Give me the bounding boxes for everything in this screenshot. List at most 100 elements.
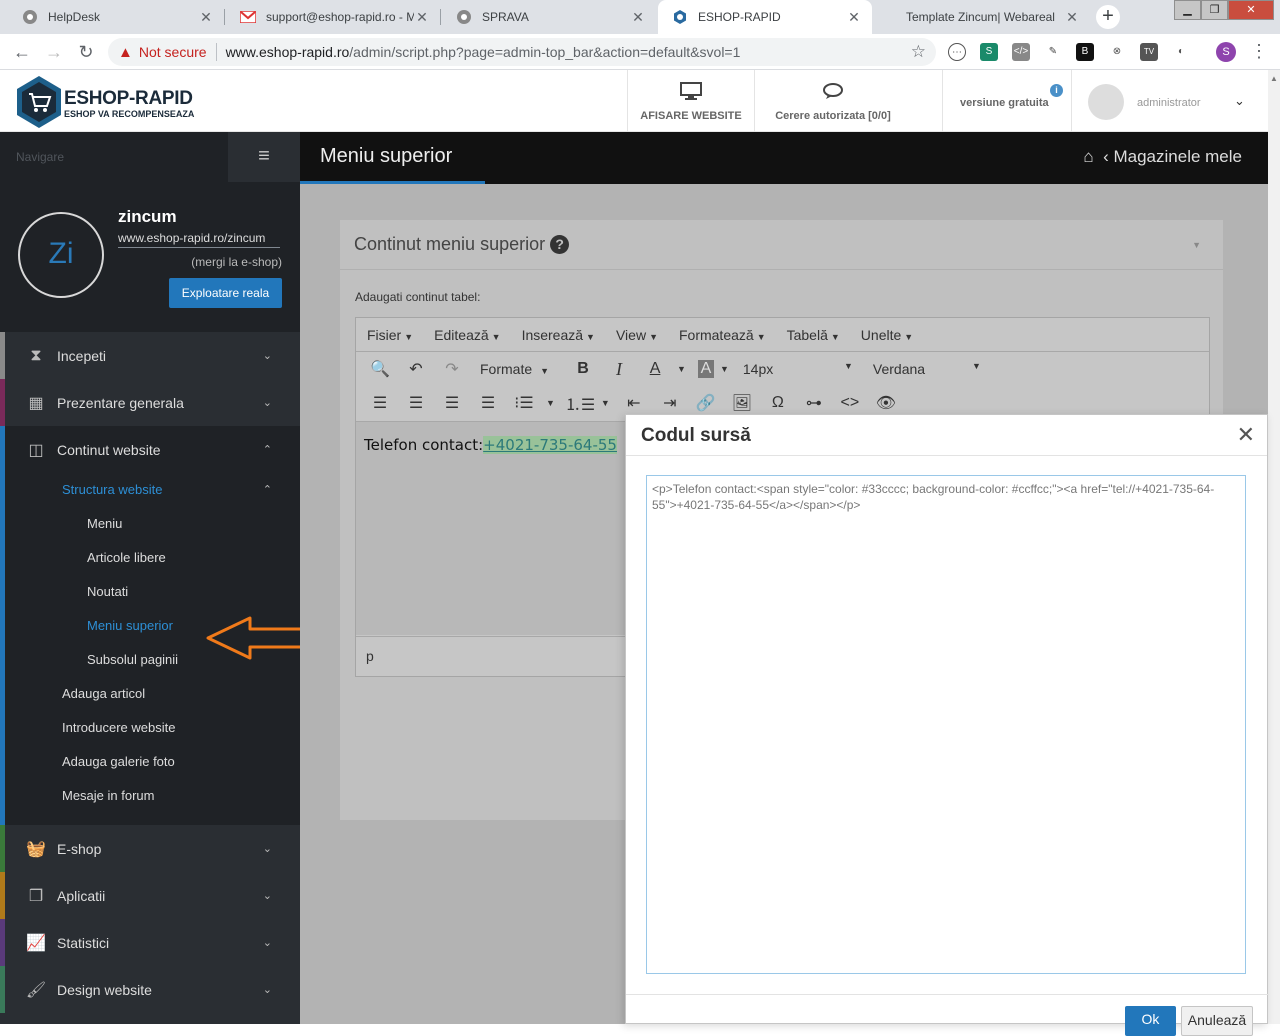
editor-menu-insereaza[interactable]: Inserează ▼ (522, 327, 595, 343)
find-replace-icon[interactable]: 🔍 (366, 359, 394, 379)
browser-tab-eshop-rapid[interactable]: ESHOP-RAPID ✕ (658, 0, 872, 34)
extension-icon[interactable]: S (980, 43, 998, 61)
format-select[interactable]: Formate ▼ (480, 361, 549, 377)
help-icon[interactable]: ? (550, 235, 570, 254)
image-icon[interactable]: 🖼 (728, 393, 756, 413)
bullet-list-icon[interactable]: ⁝☰ (510, 393, 538, 413)
font-size-select[interactable]: 14px ▼ (743, 361, 853, 377)
align-left-icon[interactable]: ☰ (366, 393, 394, 413)
page-scrollbar[interactable]: ▲ (1268, 70, 1280, 1024)
align-center-icon[interactable]: ☰ (402, 393, 430, 413)
phone-link[interactable]: +4021-735-64-55 (483, 436, 617, 454)
close-icon[interactable]: ✕ (1237, 422, 1255, 448)
close-icon[interactable]: ✕ (414, 9, 430, 26)
editor-toolbar-row-1: 🔍 ↶ ↷ Formate ▼ B I A ▼ A ▼ 14px ▼ Verdana ▼ (356, 352, 1209, 386)
browser-tab-sprava[interactable]: SPRAVA ✕ (442, 0, 656, 34)
not-secure-label[interactable]: Not secure (139, 44, 207, 60)
sidebar-item-incepeti[interactable]: ⧗ Incepeti ⌄ (0, 332, 300, 379)
page-break-icon[interactable]: ⊶ (800, 393, 828, 413)
close-icon[interactable]: ✕ (846, 9, 862, 26)
extension-icon[interactable]: ✎ (1044, 43, 1062, 61)
browser-tab-gmail[interactable]: support@eshop-rapid.ro - M ✕ (226, 0, 440, 34)
back-arrow-icon[interactable]: ← (10, 41, 34, 63)
redo-icon[interactable]: ↷ (438, 359, 466, 379)
italic-icon[interactable]: I (605, 359, 633, 380)
sidebar-item-statistici[interactable]: 📈 Statistici ⌄ (0, 919, 300, 966)
menu-kebab-icon[interactable]: ⋮ (1250, 41, 1268, 62)
new-tab-button[interactable]: + (1096, 5, 1120, 29)
extension-icon[interactable]: TV (1140, 43, 1158, 61)
forward-arrow-icon[interactable]: → (42, 41, 66, 63)
submenu-item-adauga-galerie[interactable]: Adauga galerie foto (5, 745, 300, 779)
link-icon[interactable]: 🔗 (692, 393, 720, 413)
chart-icon: 📈 (26, 934, 46, 952)
sidebar-item-design-website[interactable]: 🖌 Design website ⌄ (0, 966, 300, 1013)
submenu-item-mesaje-forum[interactable]: Mesaje in forum (5, 779, 300, 813)
extension-icon[interactable]: </> (1012, 43, 1030, 61)
editor-menu-view[interactable]: View ▼ (616, 327, 658, 343)
numbered-list-icon[interactable]: ⒈☰ (565, 391, 595, 415)
shop-url-link[interactable]: www.eshop-rapid.ro/zincum (118, 231, 280, 248)
editor-menu-formateaza[interactable]: Formatează ▼ (679, 327, 766, 343)
text-color-icon[interactable]: A (641, 360, 669, 378)
close-icon[interactable]: ✕ (198, 9, 214, 26)
goto-shop-link[interactable]: (mergi la e-shop) (191, 255, 282, 269)
chevron-down-icon[interactable]: ⌄ (1234, 93, 1245, 109)
view-website-button[interactable]: AFISARE WEBSITE (627, 70, 754, 132)
editor-menu-unelte[interactable]: Unelte ▼ (861, 327, 913, 343)
element-path[interactable]: p (366, 648, 374, 664)
submenu-item-adauga-articol[interactable]: Adauga articol (5, 677, 300, 711)
sidebar-item-aplicatii[interactable]: ❒ Aplicatii ⌄ (0, 872, 300, 919)
breadcrumb[interactable]: ⌂ ‹ Magazinele mele (1083, 147, 1242, 167)
source-code-icon[interactable]: <> (836, 394, 864, 412)
caret-down-icon[interactable]: ▼ (1192, 240, 1201, 250)
minimize-button[interactable]: ▁ (1174, 0, 1201, 20)
extension-icon[interactable]: B (1076, 43, 1094, 61)
username[interactable]: administrator (1137, 97, 1201, 109)
background-color-icon[interactable]: A (697, 360, 714, 378)
source-code-textarea[interactable]: <p>Telefon contact:<span style="color: #… (646, 475, 1246, 974)
submenu-structura-website[interactable]: Structura website ⌃ (5, 473, 300, 507)
extension-icon[interactable]: ◐ (1172, 43, 1190, 61)
profile-avatar[interactable]: S (1216, 42, 1236, 62)
preview-eye-icon[interactable]: 👁 (872, 393, 900, 413)
browser-tab-helpdesk[interactable]: HelpDesk ✕ (8, 0, 224, 34)
sidebar-item-eshop[interactable]: 🧺 E-shop ⌄ (0, 825, 300, 872)
extension-icon[interactable]: ⊗ (1108, 43, 1126, 61)
font-family-select[interactable]: Verdana ▼ (873, 361, 981, 377)
hamburger-menu-icon[interactable]: ≡ (228, 132, 300, 182)
avatar[interactable] (1088, 84, 1124, 120)
special-char-icon[interactable]: Ω (764, 394, 792, 412)
address-bar[interactable]: ▲ Not secure www.eshop-rapid.ro/admin/sc… (108, 38, 936, 66)
sidebar-item-continut-website[interactable]: ◫ Continut website ⌃ (0, 426, 300, 473)
logo[interactable]: ESHOP-RAPID ESHOP VA RECOMPENSEAZA (14, 74, 204, 130)
close-icon[interactable]: ✕ (1064, 9, 1080, 26)
editor-menu-tabela[interactable]: Tabelă ▼ (787, 327, 840, 343)
bold-icon[interactable]: B (569, 360, 597, 378)
outdent-icon[interactable]: ⇤ (620, 393, 648, 413)
cancel-button[interactable]: Anulează (1181, 1006, 1253, 1036)
editor-menu-fisier[interactable]: Fisier ▼ (367, 327, 413, 343)
indent-icon[interactable]: ⇥ (656, 393, 684, 413)
browser-tab-template[interactable]: Template Zincum| Webareal ✕ (874, 0, 1090, 34)
submenu-item-articole-libere[interactable]: Articole libere (5, 541, 300, 575)
submenu-item-introducere-website[interactable]: Introducere website (5, 711, 300, 745)
authorized-requests-button[interactable]: Cerere autorizata [0/0] (754, 70, 911, 132)
submenu-item-noutati[interactable]: Noutati (5, 575, 300, 609)
close-icon[interactable]: ✕ (630, 9, 646, 26)
extension-icon[interactable]: ⋯ (948, 43, 966, 61)
bookmark-star-icon[interactable]: ☆ (911, 42, 926, 62)
home-icon[interactable]: ⌂ (1083, 147, 1093, 166)
reload-icon[interactable]: ↻ (74, 41, 98, 63)
align-justify-icon[interactable]: ☰ (474, 393, 502, 413)
window-close-button[interactable]: ✕ (1228, 0, 1274, 20)
editor-menu-editeaza[interactable]: Editează ▼ (434, 327, 500, 343)
submenu-item-meniu[interactable]: Meniu (5, 507, 300, 541)
sidebar-item-prezentare[interactable]: ▦ Prezentare generala ⌄ (0, 379, 300, 426)
ok-button[interactable]: Ok (1125, 1006, 1176, 1036)
undo-icon[interactable]: ↶ (402, 359, 430, 379)
maximize-button[interactable]: ❐ (1201, 0, 1228, 20)
exploatare-reala-button[interactable]: Exploatare reala (169, 278, 282, 308)
info-icon[interactable]: i (1050, 84, 1063, 97)
align-right-icon[interactable]: ☰ (438, 393, 466, 413)
